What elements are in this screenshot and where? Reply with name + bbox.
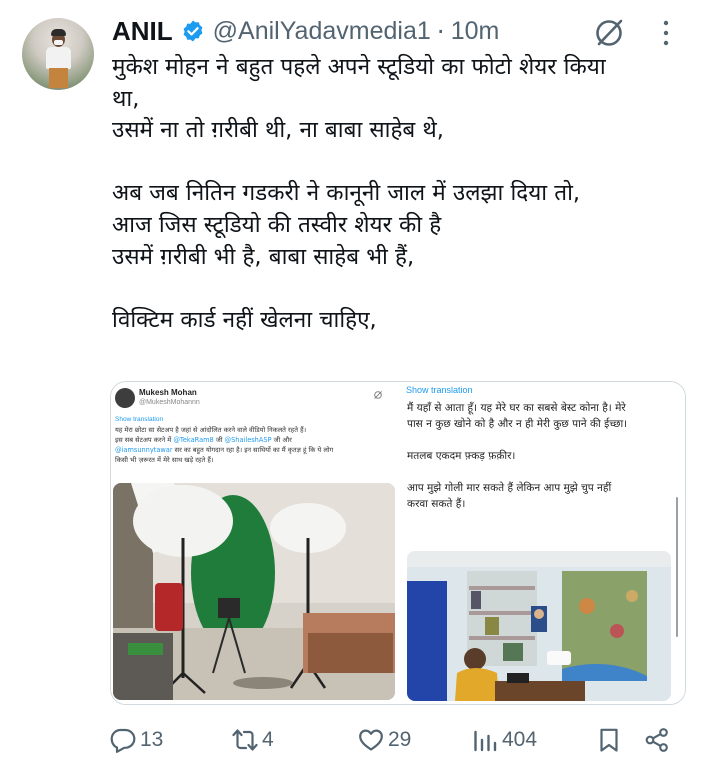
repost-button[interactable]: 4: [232, 722, 274, 758]
quoted-show-translation: Show translation: [115, 416, 164, 423]
views-button[interactable]: 404: [472, 722, 537, 758]
reply-icon: [110, 728, 136, 753]
repost-icon: [232, 729, 258, 751]
tweet-text: मुकेश मोहन ने बहुत पहले अपने स्टूडियो का…: [112, 52, 692, 336]
quoted-line: किसी भी ज़रूरत में मेरे साथ खड़े रहते है…: [115, 456, 214, 464]
views-icon: [474, 730, 497, 752]
reply-button[interactable]: 13: [110, 722, 163, 758]
author-handle[interactable]: @AnilYadavmedia1: [213, 17, 431, 46]
tweet-line: मुकेश मोहन ने बहुत पहले अपने स्टूडियो का…: [112, 54, 606, 80]
tweet-line: था,: [112, 85, 140, 112]
quoted-show-translation-right: Show translation: [406, 385, 473, 395]
quoted-line-blank: [407, 432, 685, 448]
quoted-line-blank: [407, 464, 685, 480]
quoted-line: @iamsunnytawar सर का बहुत योगदान रहा है।…: [115, 445, 395, 455]
tweet-line: उसमें ग़रीबी भी है, बाबा साहेब भी हैं,: [112, 243, 415, 270]
share-button[interactable]: [644, 722, 670, 758]
media-image-left[interactable]: Mukesh Mohan @MukeshMohannn Show transla…: [111, 382, 398, 704]
verified-badge-icon: [183, 20, 203, 42]
quoted-mention: @iamsunnytawar: [115, 446, 173, 454]
quoted-line: इस सब सेटअप करने में @TekaRam8 जी @Shail…: [115, 435, 395, 445]
media-image-right[interactable]: Show translation मैं यहाँ से आता हूँ। यह…: [401, 382, 685, 704]
room-photo: [407, 551, 671, 701]
quoted-line: मतलब एकदम फ़्कड़ फ़क़ीर।: [407, 450, 516, 462]
tweet-line: उसमें ना तो ग़रीबी थी, ना बाबा साहेब थे,: [112, 117, 444, 144]
quoted-tweet-text: यह मेरा छोटा सा सेटअप है जहां से आंदोलित…: [115, 425, 395, 465]
tweet-line: अब जब नितिन गडकरी ने कानूनी जाल में उलझा…: [112, 180, 581, 207]
quoted-author-handle: @MukeshMohannn: [139, 399, 200, 406]
quoted-author-name: Mukesh Mohan: [139, 388, 197, 397]
like-count: 29: [388, 728, 412, 751]
quoted-line: आप मुझे गोली मार सकते हैं लेकिन आप मुझे …: [407, 482, 612, 494]
quoted-line: मैं यहाँ से आता हूँ। यह मेरे घर का सबसे …: [407, 402, 626, 414]
avatar-figure-legs: [49, 68, 68, 88]
bookmark-button[interactable]: [596, 722, 622, 758]
avatar-figure-body: [46, 47, 71, 69]
grok-icon[interactable]: [592, 16, 626, 50]
tweet-line: विक्टिम कार्ड नहीं खेलना चाहिए,: [112, 306, 377, 333]
quoted-line: करवा सकते हैं।: [407, 498, 466, 510]
repost-count: 4: [262, 728, 274, 751]
scrollbar: [676, 497, 678, 637]
views-count: 404: [502, 728, 538, 751]
like-button[interactable]: 29: [358, 722, 411, 758]
quoted-grok-icon: [374, 391, 382, 399]
studio-photo: [113, 483, 395, 700]
tweet-header: ANIL @AnilYadavmedia1 · 10m: [112, 14, 499, 48]
action-bar: 13 4 29 404: [110, 722, 690, 758]
share-icon: [645, 728, 668, 752]
quoted-line: पास न कुछ खोने को है और न ही मेरी कुछ पा…: [407, 418, 628, 430]
quoted-mention: @ShaileshASP: [224, 436, 272, 444]
avatar-figure-mask: [54, 40, 63, 45]
tweet-media[interactable]: Mukesh Mohan @MukeshMohannn Show transla…: [110, 381, 686, 705]
quoted-avatar: [115, 388, 135, 408]
header-separator: ·: [436, 16, 445, 46]
like-icon: [359, 729, 383, 751]
quoted-mention: @TekaRam8: [173, 436, 214, 444]
quoted-tweet-text-right: मैं यहाँ से आता हूँ। यह मेरे घर का सबसे …: [407, 400, 685, 512]
quoted-text: सर का बहुत योगदान रहा है। इन साथियों का …: [172, 446, 334, 454]
quoted-text: इस सब सेटअप करने में: [115, 436, 174, 444]
tweet-line: आज जिस स्टूडियो की तस्वीर शेयर की है: [112, 211, 442, 238]
reply-count: 13: [140, 728, 164, 751]
bookmark-icon: [600, 728, 618, 752]
quoted-text: जी: [213, 436, 225, 444]
quoted-line: यह मेरा छोटा सा सेटअप है जहां से आंदोलित…: [115, 426, 307, 434]
avatar-figure-cap: [51, 29, 66, 36]
quoted-text: जी और: [271, 436, 292, 444]
more-options-icon[interactable]: [660, 18, 672, 48]
author-avatar[interactable]: [22, 18, 94, 90]
tweet-time[interactable]: 10m: [451, 17, 500, 46]
author-name[interactable]: ANIL: [112, 16, 173, 47]
